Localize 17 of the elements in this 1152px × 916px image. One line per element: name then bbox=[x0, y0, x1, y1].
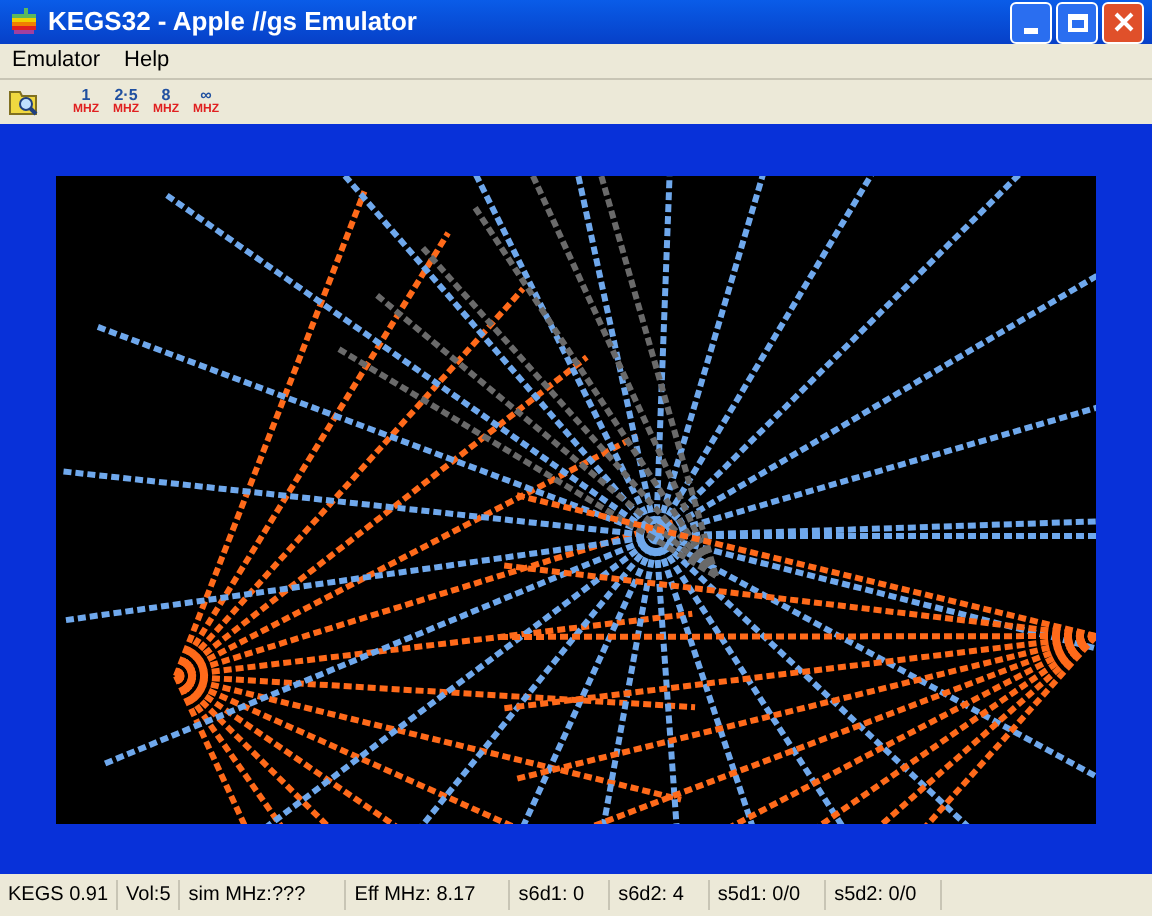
maximize-button[interactable] bbox=[1056, 1, 1098, 43]
folder-search-icon[interactable] bbox=[8, 86, 40, 118]
status-field: Vol:5 bbox=[118, 880, 181, 910]
status-field: s5d2: 0/0 bbox=[826, 880, 943, 910]
minimize-button[interactable] bbox=[1010, 1, 1052, 43]
menu-item[interactable]: Emulator bbox=[0, 44, 113, 78]
close-button[interactable] bbox=[1102, 1, 1144, 43]
window-title: KEGS32 - Apple //gs Emulator bbox=[48, 4, 417, 41]
status-field: sim MHz:??? bbox=[180, 880, 347, 910]
apple-logo-icon bbox=[8, 6, 40, 38]
status-field: s6d1: 0 bbox=[510, 880, 611, 910]
status-field: KEGS 0.91 bbox=[0, 880, 119, 910]
status-field: s6d2: 4 bbox=[610, 880, 710, 910]
close-icon bbox=[1113, 12, 1133, 32]
status-field: Eff MHz: 8.17 bbox=[346, 880, 511, 910]
status-field: s5d1: 0/0 bbox=[709, 880, 827, 910]
menu-item[interactable]: Help bbox=[112, 44, 182, 78]
